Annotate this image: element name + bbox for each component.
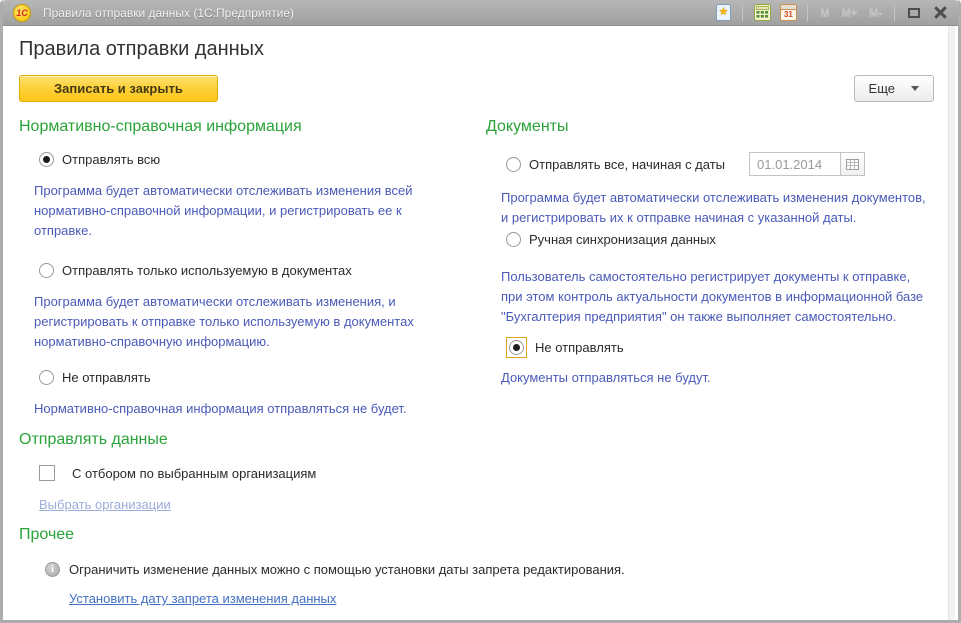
- calculator-icon: [754, 4, 771, 21]
- favorites-button[interactable]: ★: [713, 3, 733, 23]
- more-button[interactable]: Еще: [854, 75, 934, 102]
- other-section-heading: Прочее: [19, 526, 936, 544]
- titlebar-separator: [742, 5, 743, 21]
- radio-icon[interactable]: [506, 232, 521, 247]
- chevron-down-icon: [911, 86, 919, 91]
- set-ban-date-link[interactable]: Установить дату запрета изменения данных: [69, 591, 336, 606]
- calendar-button[interactable]: 31: [778, 3, 798, 23]
- radio-label: Не отправлять: [535, 340, 624, 355]
- calendar-icon: 31: [780, 4, 797, 21]
- window-title: Правила отправки данных (1С:Предприятие): [43, 6, 713, 20]
- checkbox-filter-by-org[interactable]: С отбором по выбранным организациям: [19, 465, 472, 481]
- scrollbar-gutter[interactable]: [948, 26, 955, 620]
- start-date-input[interactable]: [749, 152, 841, 176]
- radio-label: Отправлять всю: [62, 152, 160, 167]
- radio-no-send-docs[interactable]: Не отправлять: [486, 337, 936, 358]
- two-column-layout: Нормативно-справочная информация Отправл…: [19, 118, 936, 526]
- page-title: Правила отправки данных: [19, 38, 936, 61]
- close-icon: [934, 6, 947, 19]
- titlebar-separator: [894, 5, 895, 21]
- nsi-column: Нормативно-справочная информация Отправл…: [19, 118, 472, 526]
- nsi-section-heading: Нормативно-справочная информация: [19, 118, 472, 136]
- start-date-field: [749, 152, 865, 176]
- other-section: Прочее i Ограничить изменение данных мож…: [19, 526, 936, 608]
- info-text: Ограничить изменение данных можно с помо…: [69, 560, 625, 580]
- radio-no-send-nsi[interactable]: Не отправлять: [19, 370, 472, 385]
- nsi-option-description: Нормативно-справочная информация отправл…: [19, 399, 459, 419]
- radio-manual-sync[interactable]: Ручная синхронизация данных: [486, 232, 936, 247]
- checkbox-label: С отбором по выбранным организациям: [72, 466, 316, 481]
- nsi-option-description: Программа будет автоматически отслеживат…: [19, 292, 459, 352]
- radio-label: Ручная синхронизация данных: [529, 232, 716, 247]
- save-and-close-button[interactable]: Записать и закрыть: [19, 75, 218, 102]
- star-document-icon: ★: [716, 4, 731, 21]
- calendar-grid-icon: [846, 159, 859, 170]
- toolbar: Записать и закрыть Еще: [19, 75, 936, 102]
- documents-section-heading: Документы: [486, 118, 936, 136]
- more-button-label: Еще: [869, 81, 895, 96]
- documents-option-description: Пользователь самостоятельно регистрирует…: [486, 267, 926, 327]
- documents-option-description: Документы отправляться не будут.: [486, 368, 926, 388]
- date-picker-button[interactable]: [841, 152, 865, 176]
- maximize-button[interactable]: [904, 3, 924, 23]
- memory-m-minus-button: M-: [866, 7, 885, 19]
- calculator-button[interactable]: [752, 3, 772, 23]
- close-button[interactable]: [930, 3, 950, 23]
- form-content: Правила отправки данных Записать и закры…: [3, 26, 958, 620]
- radio-send-all-docs-from-date[interactable]: Отправлять все, начиная с даты: [486, 152, 936, 176]
- radio-send-used-nsi[interactable]: Отправлять только используемую в докумен…: [19, 263, 472, 278]
- memory-m-button: M: [817, 7, 832, 19]
- select-organizations-link[interactable]: Выбрать организации: [39, 497, 171, 512]
- titlebar-separator: [807, 5, 808, 21]
- titlebar: 1С Правила отправки данных (1С:Предприят…: [3, 0, 958, 26]
- radio-send-all-nsi[interactable]: Отправлять всю: [19, 152, 472, 167]
- maximize-icon: [908, 8, 920, 18]
- nsi-option-description: Программа будет автоматически отслеживат…: [19, 181, 459, 241]
- radio-icon[interactable]: [509, 340, 524, 355]
- focus-ring: [506, 337, 527, 358]
- radio-label: Отправлять все, начиная с даты: [529, 157, 725, 172]
- app-window: 1С Правила отправки данных (1С:Предприят…: [0, 0, 961, 623]
- radio-label: Отправлять только используемую в докумен…: [62, 263, 352, 278]
- memory-m-plus-button: M+: [839, 7, 861, 19]
- radio-icon[interactable]: [506, 157, 521, 172]
- radio-icon[interactable]: [39, 263, 54, 278]
- checkbox-icon[interactable]: [39, 465, 55, 481]
- documents-column: Документы Отправлять все, начиная с даты: [486, 118, 936, 526]
- documents-option-description: Программа будет автоматически отслеживат…: [486, 188, 926, 228]
- titlebar-icons: ★ 31 M M+: [713, 3, 950, 23]
- radio-icon[interactable]: [39, 152, 54, 167]
- send-data-section-heading: Отправлять данные: [19, 431, 472, 449]
- info-icon: i: [45, 562, 60, 577]
- radio-icon[interactable]: [39, 370, 54, 385]
- info-row: i Ограничить изменение данных можно с по…: [19, 560, 936, 580]
- radio-label: Не отправлять: [62, 370, 151, 385]
- 1c-logo-icon: 1С: [13, 4, 31, 22]
